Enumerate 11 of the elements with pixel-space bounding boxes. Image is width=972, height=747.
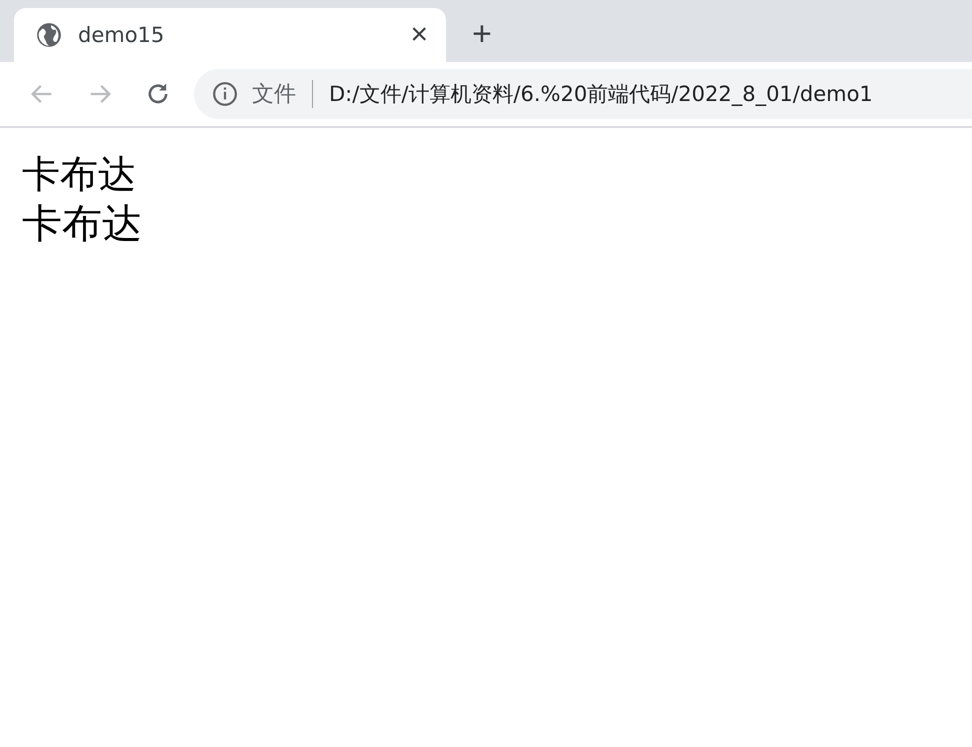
globe-icon <box>36 22 62 48</box>
page-text: 卡布达 <box>22 200 143 249</box>
browser-tab[interactable]: demo15 × <box>14 8 446 62</box>
address-field[interactable]: 文件 D:/文件/计算机资料/6.%20前端代码/2022_8_01/demo1 <box>194 69 972 119</box>
url-text: D:/文件/计算机资料/6.%20前端代码/2022_8_01/demo1 <box>329 81 873 108</box>
close-tab-button[interactable]: × <box>406 18 432 52</box>
tab-title: demo15 <box>78 23 166 47</box>
page-text: 卡布达 <box>22 151 137 198</box>
scheme-label: 文件 <box>252 81 296 109</box>
info-icon <box>212 81 238 107</box>
new-tab-button[interactable]: + <box>468 15 496 54</box>
